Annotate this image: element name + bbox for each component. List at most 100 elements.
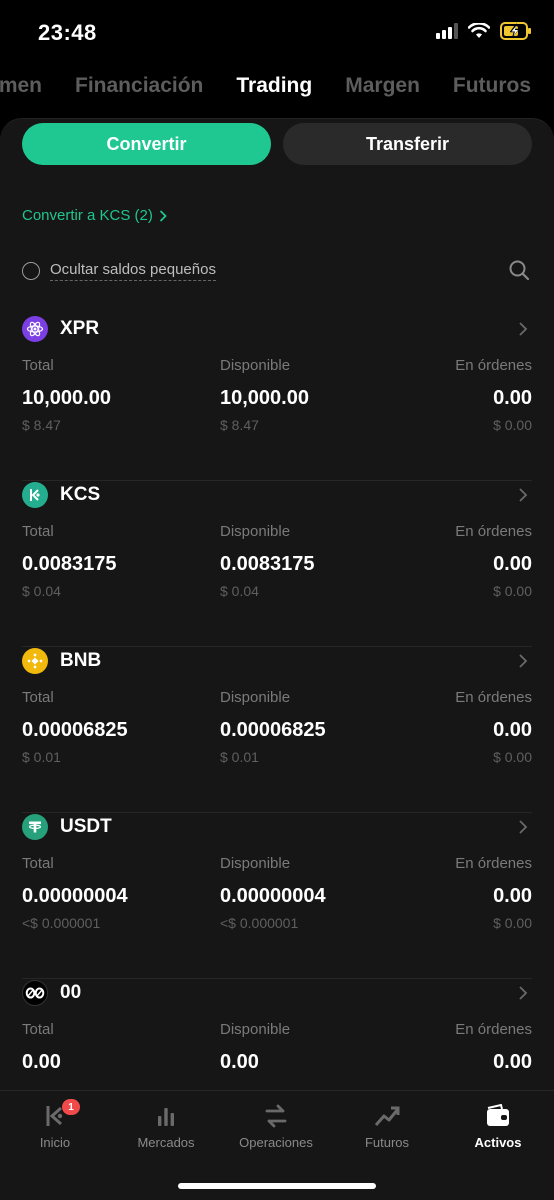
total-usd: $ 0.04 — [22, 583, 61, 599]
total-value: 10,000.00 — [22, 387, 111, 409]
in-orders-usd: $ 0.00 — [493, 749, 532, 765]
trading-account-panel: Convertir Transferir Convertir a KCS (2)… — [0, 118, 554, 1090]
transfer-button[interactable]: Transferir — [283, 123, 532, 165]
convert-to-kcs-label: Convertir a KCS (2) — [22, 207, 153, 224]
tab-label: Operaciones — [239, 1135, 313, 1150]
bottom-tab-bar: 1 Inicio Mercados Operaciones Futuros Ac… — [0, 1090, 554, 1200]
total-usd: $ 0.01 — [22, 749, 61, 765]
available-label: Disponible — [220, 855, 291, 872]
usdt-icon — [22, 814, 48, 840]
chevron-right-icon — [519, 322, 528, 336]
in-orders-label: En órdenes — [455, 689, 532, 706]
asset-row-00[interactable]: 00 Total 0.00 Disponible 0.00 En órdenes… — [22, 979, 532, 1090]
asset-symbol: BNB — [60, 650, 102, 671]
chevron-right-icon — [519, 488, 528, 502]
available-usd: $ 0.01 — [220, 749, 259, 765]
tab-operaciones[interactable]: Operaciones — [221, 1099, 331, 1150]
available-value: 10,000.00 — [220, 387, 309, 409]
total-value: 0.00000004 — [22, 885, 128, 907]
search-icon[interactable] — [508, 259, 530, 281]
chevron-right-icon — [519, 654, 528, 668]
available-usd: $ 0.04 — [220, 583, 259, 599]
account-tabs: umen Financiación Trading Margen Futuros — [0, 64, 554, 112]
tab-resumen[interactable]: umen — [0, 74, 42, 98]
signal-icon — [436, 23, 458, 39]
total-label: Total — [22, 1021, 54, 1038]
tab-futuros-bottom[interactable]: Futuros — [332, 1099, 442, 1150]
in-orders-value: 0.00 — [493, 885, 532, 907]
bnb-icon — [22, 648, 48, 674]
in-orders-usd: $ 0.00 — [493, 417, 532, 433]
in-orders-value: 0.00 — [493, 387, 532, 409]
status-icons — [436, 22, 532, 40]
tab-mercados[interactable]: Mercados — [111, 1099, 221, 1150]
available-usd: $ 8.47 — [220, 417, 259, 433]
chevron-right-icon — [519, 986, 528, 1000]
wifi-icon — [468, 23, 490, 38]
in-orders-usd: $ 0.00 — [493, 583, 532, 599]
asset-row-kcs[interactable]: KCS Total 0.0083175 $ 0.04 Disponible 0.… — [22, 481, 532, 647]
00-icon — [22, 980, 48, 1006]
status-time: 23:48 — [38, 20, 97, 45]
asset-row-xpr[interactable]: XPR Total 10,000.00 $ 8.47 Disponible 10… — [22, 315, 532, 481]
swap-arrows-icon — [265, 1104, 287, 1128]
in-orders-label: En órdenes — [455, 855, 532, 872]
hide-small-balances-checkbox[interactable] — [22, 262, 40, 280]
asset-row-bnb[interactable]: BNB Total 0.00006825 $ 0.01 Disponible 0… — [22, 647, 532, 813]
in-orders-label: En órdenes — [455, 1021, 532, 1038]
available-value: 0.0083175 — [220, 553, 315, 575]
hide-small-balances-row: Ocultar saldos pequeños — [22, 257, 532, 285]
total-label: Total — [22, 855, 54, 872]
total-value: 0.00006825 — [22, 719, 128, 741]
trend-up-icon — [374, 1106, 400, 1126]
tab-futuros[interactable]: Futuros — [453, 74, 531, 98]
total-usd: <$ 0.000001 — [22, 915, 101, 931]
xpr-icon — [22, 316, 48, 342]
asset-symbol: KCS — [60, 484, 101, 505]
tab-trading[interactable]: Trading — [236, 74, 312, 98]
tab-label: Mercados — [137, 1135, 195, 1150]
total-value: 0.00 — [22, 1051, 61, 1073]
hide-small-balances-label[interactable]: Ocultar saldos pequeños — [50, 261, 216, 281]
battery-charging-icon — [500, 22, 531, 40]
total-label: Total — [22, 357, 54, 374]
tab-label: Inicio — [39, 1135, 71, 1150]
in-orders-value: 0.00 — [493, 1051, 532, 1073]
in-orders-usd: $ 0.00 — [493, 915, 532, 931]
asset-symbol: XPR — [60, 318, 100, 339]
available-usd: <$ 0.000001 — [220, 915, 299, 931]
in-orders-label: En órdenes — [455, 357, 532, 374]
available-label: Disponible — [220, 689, 291, 706]
kcs-icon — [22, 482, 48, 508]
available-label: Disponible — [220, 1021, 291, 1038]
available-label: Disponible — [220, 523, 291, 540]
available-value: 0.00000004 — [220, 885, 326, 907]
asset-symbol: 00 — [60, 982, 82, 1003]
available-value: 0.00 — [220, 1051, 259, 1073]
wallet-icon — [487, 1104, 509, 1126]
tab-label: Activos — [474, 1135, 522, 1150]
total-label: Total — [22, 689, 54, 706]
total-value: 0.0083175 — [22, 553, 117, 575]
available-value: 0.00006825 — [220, 719, 326, 741]
tab-margen[interactable]: Margen — [345, 74, 420, 98]
in-orders-value: 0.00 — [493, 719, 532, 741]
in-orders-label: En órdenes — [455, 523, 532, 540]
asset-row-usdt[interactable]: USDT Total 0.00000004 <$ 0.000001 Dispon… — [22, 813, 532, 979]
bar-chart-icon — [158, 1108, 174, 1126]
status-bar: 23:48 — [0, 0, 554, 64]
home-indicator[interactable] — [178, 1183, 376, 1189]
convert-to-kcs-link[interactable]: Convertir a KCS (2) — [22, 207, 167, 224]
notification-badge: 1 — [62, 1099, 80, 1115]
chevron-right-icon — [159, 209, 167, 222]
in-orders-value: 0.00 — [493, 553, 532, 575]
tab-label: Futuros — [364, 1135, 410, 1150]
tab-activos[interactable]: Activos — [443, 1099, 553, 1150]
tab-inicio[interactable]: 1 Inicio — [0, 1099, 110, 1150]
convert-button[interactable]: Convertir — [22, 123, 271, 165]
action-buttons: Convertir Transferir — [22, 123, 532, 165]
total-label: Total — [22, 523, 54, 540]
tab-financiacion[interactable]: Financiación — [75, 74, 203, 98]
chevron-right-icon — [519, 820, 528, 834]
asset-symbol: USDT — [60, 816, 112, 837]
